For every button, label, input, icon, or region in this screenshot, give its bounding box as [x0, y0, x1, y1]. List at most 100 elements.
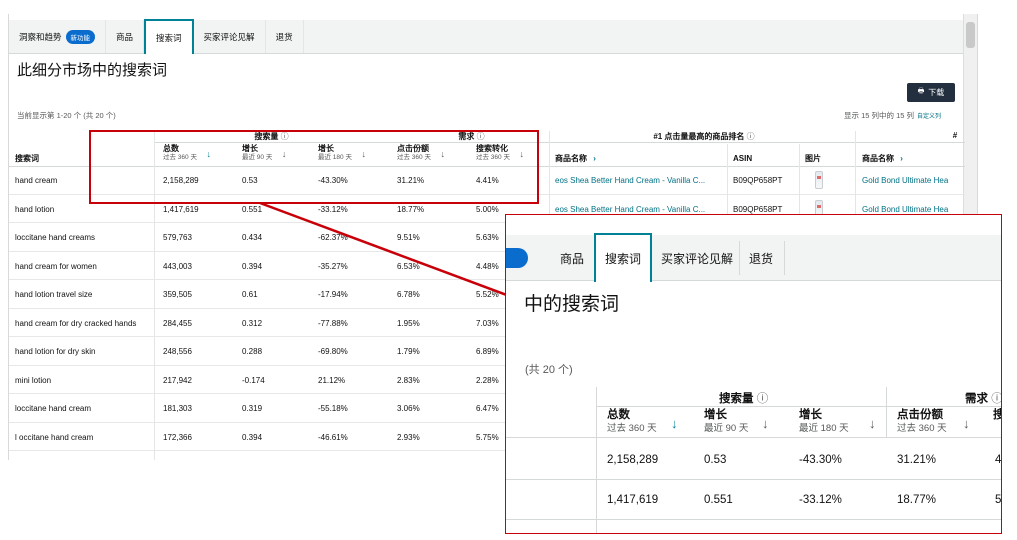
header-growth-180[interactable]: 增长 最近 180 天 ↓ [799, 409, 876, 435]
tab-bar: 洞察和趋势 新功能 商品 搜索词 买家评论见解 退货 [9, 19, 965, 54]
columns-info: 显示 15 列中的 15 列自定义列 [844, 110, 941, 121]
sort-arrow-icon[interactable]: ↓ [869, 417, 876, 430]
header-sub: 最近 90 天 [704, 423, 749, 434]
cell-click-share: 1.95% [397, 318, 420, 328]
sort-arrow-icon[interactable]: ↓ [963, 417, 970, 430]
cell-total: 248,556 [163, 347, 192, 356]
cell-growth-180: -46.61% [318, 432, 348, 442]
header-search-term[interactable]: 搜索词 [15, 154, 39, 163]
cell-product-link-2[interactable]: Gold Bond Ultimate Hea [862, 205, 948, 214]
scrollbar-thumb[interactable] [966, 22, 975, 48]
tab-insights[interactable]: 洞察和趋势 新功能 [9, 20, 107, 53]
download-button[interactable]: 🖶 下载 [907, 83, 955, 102]
cell-click-share: 2.93% [397, 432, 420, 442]
cell-product-link[interactable]: eos Shea Better Hand Cream - Vanilla C..… [555, 205, 705, 214]
tab-products[interactable]: 商品 [552, 235, 592, 281]
header-product-name[interactable]: 商品名称 › [555, 154, 596, 163]
cell-click-share: 31.21% [897, 454, 937, 466]
cell-total: 579,763 [163, 233, 192, 242]
cell-click-share: 18.77% [897, 494, 937, 506]
cell-product-link[interactable]: eos Shea Better Hand Cream - Vanilla C..… [555, 176, 705, 185]
cell-term: loccitane hand creams [15, 233, 96, 242]
cell-term: hand cream [15, 176, 58, 185]
sort-arrow-icon[interactable]: ↓ [762, 417, 769, 430]
column-divider [886, 387, 887, 437]
cell-click-share: 6.53% [397, 261, 420, 271]
header-label: 商品名称 [862, 154, 894, 163]
cell-conversion-partial: 5 [995, 494, 1002, 506]
cell-growth-180: -35.27% [318, 261, 348, 271]
header-conversion-partial[interactable]: 搜 [993, 409, 1001, 422]
tab-label: 商品 [116, 31, 134, 42]
header-click-share[interactable]: 点击份额 过去 360 天 ↓ [897, 409, 970, 435]
page-title: 此细分市场中的搜索词 [17, 62, 168, 79]
cell-click-share: 18.77% [397, 204, 425, 214]
cell-conversion: 4.48% [476, 261, 499, 271]
tab-label: 搜索词 [156, 32, 182, 43]
cell-growth-90: 0.551 [704, 494, 733, 506]
download-label: 下载 [928, 88, 945, 97]
help-icon[interactable]: ⓘ [757, 393, 769, 405]
header-label: 总数 [607, 409, 630, 421]
group-partial: # [952, 131, 958, 140]
cell-growth-180: -77.88% [318, 318, 348, 328]
cell-total: 172,366 [163, 432, 192, 442]
tab-review-insights[interactable]: 买家评论见解 [656, 235, 738, 281]
cell-growth-90: 0.288 [242, 347, 263, 356]
header-divider [506, 437, 1001, 438]
cell-term: hand cream for dry cracked hands [15, 318, 137, 328]
cell-total: 2,158,289 [607, 454, 659, 466]
header-sub: 过去 360 天 [607, 423, 657, 434]
header-image: 图片 [805, 154, 821, 163]
row-divider [506, 519, 1001, 520]
header-total[interactable]: 总数 过去 360 天 ↓ [607, 409, 678, 435]
page-title: 中的搜索词 [524, 294, 620, 315]
cell-term: hand cream for women [15, 261, 97, 271]
group-search-volume: 搜索量 ⓘ [719, 390, 768, 406]
cell-conversion: 5.75% [476, 432, 499, 442]
tab-label: 退货 [275, 31, 293, 42]
results-count: 当前显示第 1-20 个 (共 20 个) [17, 111, 116, 120]
cell-asin: B09QP658PT [733, 204, 783, 214]
header-label: 增长 [704, 409, 727, 421]
cell-growth-180: -33.12% [799, 494, 842, 506]
cell-total: 1,417,619 [163, 204, 199, 214]
cell-growth-180: -55.18% [318, 404, 348, 413]
tab-products[interactable]: 商品 [106, 20, 145, 53]
product-thumbnail[interactable] [815, 171, 823, 189]
help-icon[interactable]: ⓘ [747, 132, 755, 141]
zoom-tab-bar: 商品 搜索词 买家评论见解 退货 [506, 233, 1001, 282]
tab-returns[interactable]: 退货 [266, 20, 304, 53]
cell-growth-90: 0.394 [242, 432, 263, 442]
cell-click-share: 2.83% [397, 375, 420, 385]
header-growth-90[interactable]: 增长 最近 90 天 ↓ [704, 409, 769, 435]
customize-columns-link[interactable]: 自定义列 [917, 114, 941, 120]
cell-click-share: 3.06% [397, 404, 420, 413]
header-asin[interactable]: ASIN [733, 154, 752, 163]
tab-search-terms[interactable]: 搜索词 [144, 19, 194, 54]
cell-term: hand lotion for dry skin [15, 347, 96, 356]
cell-product-link-2[interactable]: Gold Bond Ultimate Hea [862, 176, 948, 185]
tab-search-terms[interactable]: 搜索词 [594, 233, 652, 282]
cell-growth-180: 21.12% [318, 375, 346, 385]
sort-arrow-icon[interactable]: ↓ [671, 417, 678, 430]
group-label: 需求 [965, 393, 988, 405]
tab-returns[interactable]: 退货 [742, 235, 780, 281]
cell-growth-180: -62.37% [318, 233, 348, 242]
cell-total: 443,003 [163, 261, 192, 271]
chevron-right-icon[interactable]: › [593, 154, 596, 163]
tab-review-insights[interactable]: 买家评论见解 [194, 20, 266, 53]
chevron-right-icon[interactable]: › [900, 154, 903, 163]
cell-term: l occitane hand cream [15, 432, 94, 442]
header-product-name-2[interactable]: 商品名称 › [862, 154, 903, 163]
cell-conversion: 5.63% [476, 233, 499, 242]
header-label: 商品名称 [555, 154, 587, 163]
tab-label: 买家评论见解 [203, 31, 255, 42]
group-label: #1 点击量最高的商品排名 [653, 132, 745, 141]
columns-count: 显示 15 列中的 15 列 [844, 111, 915, 120]
help-icon[interactable]: ⓘ [991, 393, 1001, 405]
new-feature-badge: 新功能 [65, 29, 96, 44]
group-label: 搜索量 [719, 393, 754, 405]
group-top-product: #1 点击量最高的商品排名 ⓘ [549, 131, 859, 142]
zoom-panel: 商品 搜索词 买家评论见解 退货 中的搜索词 (共 20 个) 搜索量 ⓘ 需求… [505, 214, 1002, 534]
